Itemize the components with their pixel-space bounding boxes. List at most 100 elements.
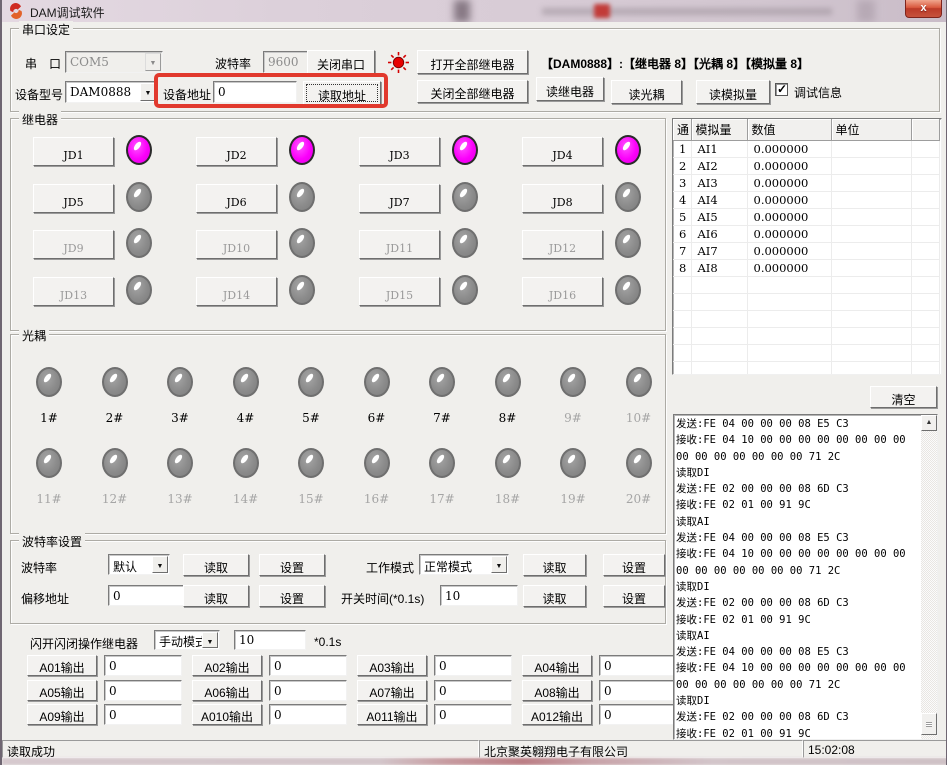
opto-cell xyxy=(476,448,540,481)
analog-col-header[interactable]: 单位 xyxy=(831,119,911,141)
opto-label-17: 17# xyxy=(410,492,474,506)
open-all-relays-button[interactable]: 打开全部继电器 xyxy=(417,50,528,74)
relay-button-jd9: JD9 xyxy=(33,230,114,259)
scroll-up-icon[interactable]: ▲ xyxy=(921,415,937,431)
table-cell xyxy=(911,362,939,376)
output-value-input-a01[interactable]: 0 xyxy=(104,655,182,676)
output-value-input-a03[interactable]: 0 xyxy=(434,655,512,676)
relay-button-jd1[interactable]: JD1 xyxy=(33,137,114,166)
flash-mode-select[interactable]: 手动模式 ▼ xyxy=(154,630,220,650)
table-row-empty xyxy=(673,362,939,376)
close-port-button[interactable]: 关闭串口 xyxy=(307,50,375,75)
output-button-a08[interactable]: A08输出 xyxy=(522,680,592,701)
device-address-input[interactable]: 0 xyxy=(213,81,297,103)
baud-label: 波特率 xyxy=(215,55,251,72)
table-cell: 1 xyxy=(673,141,691,158)
output-value-input-a07[interactable]: 0 xyxy=(434,680,512,701)
output-value-input-a04[interactable]: 0 xyxy=(599,655,677,676)
relay-led-jd1-on xyxy=(126,135,152,165)
read-analog-button[interactable]: 读模拟量 xyxy=(696,80,770,104)
read-address-button[interactable]: 读取地址 xyxy=(303,81,381,105)
work-mode-select[interactable]: 正常模式 ▼ xyxy=(419,554,509,575)
analog-col-header[interactable]: 模拟量 xyxy=(691,119,747,141)
output-value-input-a010[interactable]: 0 xyxy=(269,704,347,725)
relay-button-jd3[interactable]: JD3 xyxy=(359,137,440,166)
table-cell xyxy=(691,362,747,376)
output-value-input-a011[interactable]: 0 xyxy=(434,704,512,725)
opto-cell xyxy=(541,367,605,400)
debug-info-checkbox[interactable] xyxy=(775,83,788,96)
log-scrollbar[interactable]: ▲ xyxy=(921,415,937,739)
switch-time-input[interactable]: 10 xyxy=(440,585,518,606)
relay-button-jd4[interactable]: JD4 xyxy=(522,137,603,166)
read-opto-button[interactable]: 读光耦 xyxy=(611,80,682,104)
relay-button-jd6[interactable]: JD6 xyxy=(196,184,277,213)
table-cell xyxy=(673,311,691,328)
output-value-input-a09[interactable]: 0 xyxy=(104,704,182,725)
analog-col-header[interactable]: 通 xyxy=(673,119,691,141)
opto-led-3 xyxy=(167,367,193,397)
table-row: 7AI70.000000 xyxy=(673,243,939,260)
switch-time-read-button[interactable]: 读取 xyxy=(523,585,586,607)
opto-grid: 1#2#3#4#5#6#7#8#9#10#11#12#13#14#15#16#1… xyxy=(17,335,665,533)
background-artifact xyxy=(594,4,610,18)
opto-label-19: 19# xyxy=(541,492,605,506)
work-mode-set-button[interactable]: 设置 xyxy=(603,554,665,576)
output-button-a01[interactable]: A01输出 xyxy=(27,655,97,676)
output-value-input-a08[interactable]: 0 xyxy=(599,680,677,701)
output-button-a06[interactable]: A06输出 xyxy=(192,680,262,701)
opto-led-10 xyxy=(626,367,652,397)
output-value-input-a02[interactable]: 0 xyxy=(269,655,347,676)
table-cell xyxy=(911,141,939,158)
model-select[interactable]: DAM0888 ▼ xyxy=(65,81,158,103)
table-cell xyxy=(911,243,939,260)
relay-led-jd13-off xyxy=(126,275,152,305)
output-button-a09[interactable]: A09输出 xyxy=(27,704,97,725)
offset-set-button[interactable]: 设置 xyxy=(259,585,325,607)
analog-col-header[interactable] xyxy=(911,119,939,141)
output-button-a011[interactable]: A011输出 xyxy=(357,704,427,725)
output-value-input-a012[interactable]: 0 xyxy=(599,704,677,725)
output-button-a03[interactable]: A03输出 xyxy=(357,655,427,676)
output-button-a05[interactable]: A05输出 xyxy=(27,680,97,701)
baud-read-button[interactable]: 读取 xyxy=(183,554,249,576)
baud-setting-select[interactable]: 默认 ▼ xyxy=(108,554,170,575)
relay-button-jd2[interactable]: JD2 xyxy=(196,137,277,166)
close-all-relays-button[interactable]: 关闭全部继电器 xyxy=(417,80,528,103)
baud-set-button[interactable]: 设置 xyxy=(259,554,325,576)
relay-button-jd8[interactable]: JD8 xyxy=(522,184,603,213)
scrollbar-thumb[interactable] xyxy=(921,713,937,735)
opto-led-11 xyxy=(36,448,62,478)
relay-button-jd7[interactable]: JD7 xyxy=(359,184,440,213)
table-cell: 0.000000 xyxy=(747,175,831,192)
opto-led-19 xyxy=(560,448,586,478)
opto-label-2: 2# xyxy=(83,411,147,425)
chevron-down-icon: ▼ xyxy=(202,632,218,648)
chevron-down-icon: ▼ xyxy=(145,53,161,71)
output-button-a04[interactable]: A04输出 xyxy=(522,655,592,676)
relay-led-jd10-off xyxy=(289,228,315,258)
work-mode-read-button[interactable]: 读取 xyxy=(523,554,586,576)
analog-table[interactable]: 通模拟量数值单位1AI10.0000002AI20.0000003AI30.00… xyxy=(672,118,942,375)
read-relays-button[interactable]: 读继电器 xyxy=(536,77,604,101)
chevron-down-icon: ▼ xyxy=(152,556,168,573)
debug-log-panel[interactable]: 发送:FE 04 00 00 00 08 E5 C3 接收:FE 04 10 0… xyxy=(673,414,938,740)
output-value-input-a05[interactable]: 0 xyxy=(104,680,182,701)
table-cell xyxy=(911,226,939,243)
output-value-input-a06[interactable]: 0 xyxy=(269,680,347,701)
offset-read-button[interactable]: 读取 xyxy=(183,585,249,607)
clear-log-button[interactable]: 清空 xyxy=(870,386,937,408)
flash-time-input[interactable]: 10 xyxy=(234,630,306,650)
switch-time-set-button[interactable]: 设置 xyxy=(603,585,665,607)
offset-address-input[interactable]: 0 xyxy=(108,585,190,606)
close-button[interactable]: x xyxy=(905,0,942,18)
opto-cell xyxy=(148,367,212,400)
output-button-a012[interactable]: A012输出 xyxy=(522,704,592,725)
analog-col-header[interactable]: 数值 xyxy=(747,119,831,141)
output-button-a010[interactable]: A010输出 xyxy=(192,704,262,725)
relay-button-jd5[interactable]: JD5 xyxy=(33,184,114,213)
opto-label-6: 6# xyxy=(345,411,409,425)
output-button-a07[interactable]: A07输出 xyxy=(357,680,427,701)
table-cell xyxy=(831,158,911,175)
output-button-a02[interactable]: A02输出 xyxy=(192,655,262,676)
